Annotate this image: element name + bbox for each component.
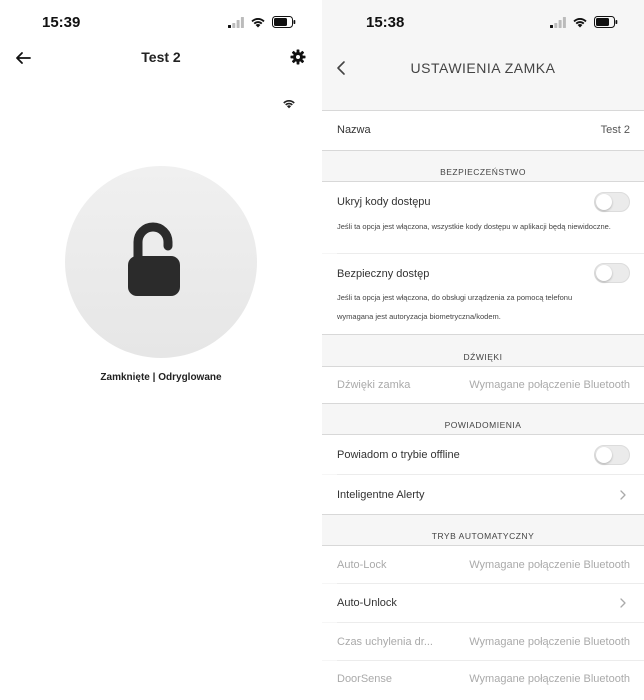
cellular-signal-icon <box>550 16 566 28</box>
battery-icon <box>594 16 618 28</box>
lock-sounds-row[interactable]: Dźwięki zamka Wymagane połączenie Blueto… <box>322 367 644 403</box>
chevron-right-icon <box>620 490 626 500</box>
lock-toggle-button[interactable] <box>65 166 257 358</box>
secure-access-row: Bezpieczny dostęp Jeśli ta opcja jest wł… <box>322 254 644 334</box>
lock-status-text: Zamknięte | Odryglowane <box>100 372 222 383</box>
auto-unlock-label: Auto-Unlock <box>337 597 397 609</box>
toggle-knob <box>596 265 612 281</box>
section-title-security: BEZPIECZEŃSTWO <box>440 167 526 177</box>
status-bar: 15:38 <box>322 0 644 46</box>
secure-access-toggle[interactable] <box>594 263 630 283</box>
lock-sounds-value: Wymagane połączenie Bluetooth <box>469 379 630 391</box>
status-icons <box>228 16 296 28</box>
section-title-auto-mode: TRYB AUTOMATYCZNY <box>431 531 535 541</box>
smart-alerts-row[interactable]: Inteligentne Alerty <box>322 475 644 514</box>
door-ajar-time-value: Wymagane połączenie Bluetooth <box>469 636 630 648</box>
lock-settings-screen: 15:38 USTAWIENIA ZAMKA Nazwa Test 2 BEZP… <box>322 0 644 700</box>
secure-access-label: Bezpieczny dostęp <box>337 268 430 280</box>
toggle-knob <box>596 194 612 210</box>
lock-wifi-icon <box>283 100 295 109</box>
name-label: Nazwa <box>337 124 371 136</box>
door-ajar-time-row[interactable]: Czas uchylenia dr... Wymagane połączenie… <box>322 623 644 660</box>
door-ajar-time-label: Czas uchylenia dr... <box>337 636 433 648</box>
name-value: Test 2 <box>600 124 630 136</box>
gear-icon[interactable] <box>290 49 306 65</box>
secure-access-description: Jeśli ta opcja jest włączona, do obsługi… <box>337 293 573 302</box>
battery-icon <box>272 16 296 28</box>
lock-header: Test 2 <box>0 44 322 72</box>
status-time: 15:38 <box>366 14 405 31</box>
hide-codes-row: Ukryj kody dostępu Jeśli ta opcja jest w… <box>322 182 644 253</box>
divider <box>322 403 644 404</box>
settings-title: USTAWIENIA ZAMKA <box>410 60 556 76</box>
divider <box>322 514 644 515</box>
settings-header: USTAWIENIA ZAMKA <box>322 46 644 110</box>
offline-notify-label: Powiadom o trybie offline <box>337 449 460 461</box>
status-time: 15:39 <box>42 14 81 31</box>
wifi-icon <box>573 18 587 28</box>
divider <box>322 334 644 335</box>
smart-alerts-label: Inteligentne Alerty <box>337 489 425 501</box>
section-title-sounds: DŹWIĘKI <box>463 352 503 362</box>
auto-unlock-row[interactable]: Auto-Unlock <box>322 584 644 622</box>
hide-codes-label: Ukryj kody dostępu <box>337 196 431 208</box>
status-icons <box>550 16 618 28</box>
hide-codes-description: Jeśli ta opcja jest włączona, wszystkie … <box>337 222 611 231</box>
offline-notify-toggle[interactable] <box>594 445 630 465</box>
door-sense-row[interactable]: DoorSense Wymagane połączenie Bluetooth <box>322 661 644 700</box>
name-row[interactable]: Nazwa Test 2 <box>322 111 644 150</box>
toggle-knob <box>596 447 612 463</box>
wifi-icon <box>251 18 265 28</box>
auto-lock-row[interactable]: Auto-Lock Wymagane połączenie Bluetooth <box>322 546 644 583</box>
chevron-right-icon <box>620 598 626 608</box>
lock-sounds-label: Dźwięki zamka <box>337 379 411 391</box>
status-bar: 15:39 <box>0 0 322 46</box>
auto-lock-value: Wymagane połączenie Bluetooth <box>469 559 630 571</box>
hide-codes-toggle[interactable] <box>594 192 630 212</box>
offline-notify-row: Powiadom o trybie offline <box>322 435 644 474</box>
divider <box>322 150 644 151</box>
cellular-signal-icon <box>228 16 244 28</box>
lock-screen: 15:39 Test 2 Zamknięte | Odryglowane <box>0 0 322 700</box>
auto-lock-label: Auto-Lock <box>337 559 387 571</box>
secure-access-description-2: wymagana jest autoryzacja biometryczna/k… <box>337 312 501 321</box>
lock-title: Test 2 <box>141 49 181 65</box>
door-sense-label: DoorSense <box>337 673 393 685</box>
unlocked-padlock-icon <box>128 222 180 296</box>
section-title-notifications: POWIADOMIENIA <box>444 420 522 430</box>
door-sense-value: Wymagane połączenie Bluetooth <box>469 673 630 685</box>
